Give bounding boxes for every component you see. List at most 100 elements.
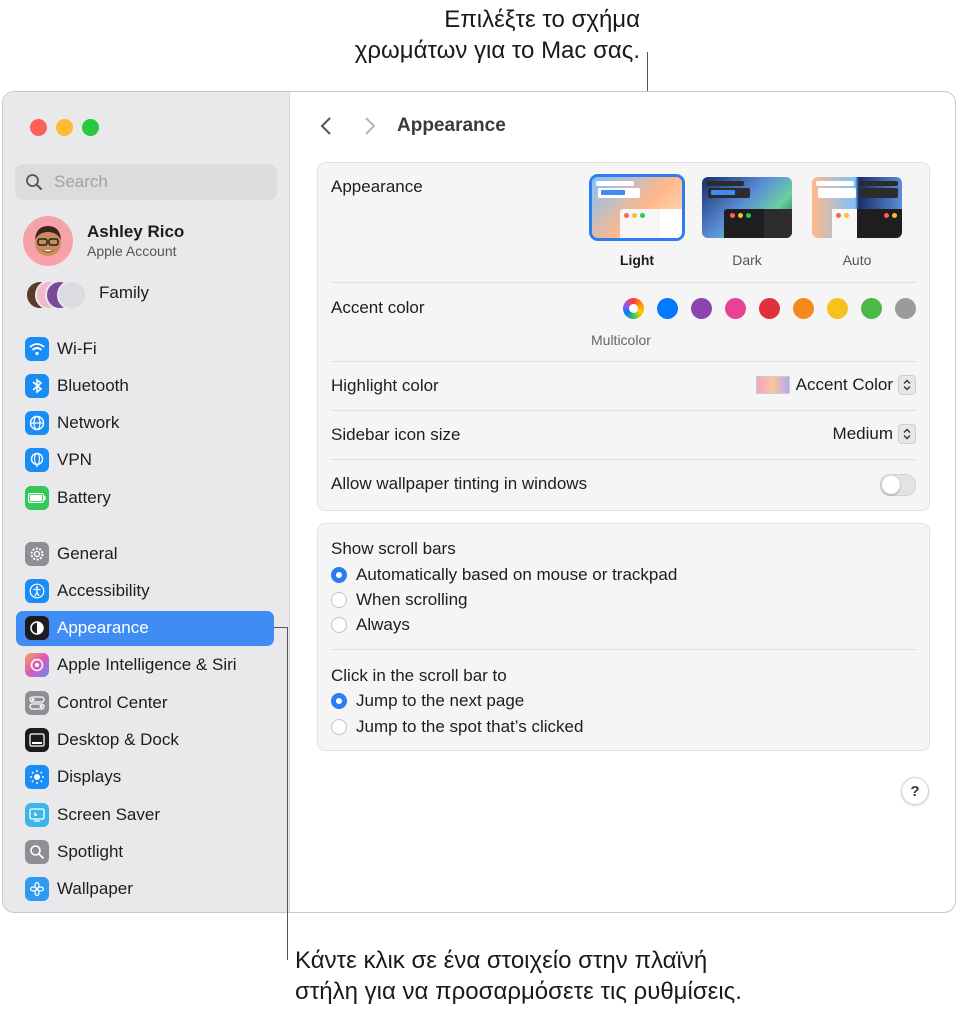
accent-green[interactable] (861, 298, 882, 319)
sidebar-item-label: Control Center (57, 692, 168, 712)
show-scroll-bars-title: Show scroll bars (331, 539, 456, 558)
accent-purple[interactable] (691, 298, 712, 319)
sidebar-item-label: Battery (57, 487, 111, 507)
radio-button[interactable] (331, 592, 347, 608)
battery-icon (25, 485, 49, 510)
gear-icon (25, 541, 49, 566)
popup-stepper-icon (898, 424, 916, 444)
minimize-button[interactable] (56, 119, 73, 136)
back-button[interactable] (311, 111, 341, 141)
sidebar-item-accessibility[interactable]: Accessibility (16, 573, 274, 608)
sidebar-item-desktop-dock[interactable]: Desktop & Dock (16, 722, 274, 757)
click-scroll-bar-title: Click in the scroll bar to (331, 666, 507, 685)
radio-button[interactable] (331, 617, 347, 633)
divider (331, 649, 916, 650)
sidebar-item-vpn[interactable]: VPN (16, 443, 274, 478)
appearance-option-light[interactable]: Light (589, 177, 685, 268)
highlight-color-label: Highlight color (331, 376, 439, 395)
accent-color-label: Accent color (331, 298, 425, 317)
sidebar-item-displays[interactable]: Displays (16, 760, 274, 795)
accent-red[interactable] (759, 298, 780, 319)
family-label: Family (99, 283, 150, 302)
highlight-swatch (755, 376, 790, 394)
scroll-bars-option-auto[interactable]: Automatically based on mouse or trackpad (331, 565, 677, 585)
toolbar: Appearance (290, 108, 955, 144)
account-subtitle: Apple Account (87, 242, 177, 259)
sidebar-item-apple-intelligence[interactable]: Apple Intelligence & Siri (16, 648, 274, 683)
accent-multicolor[interactable] (623, 298, 644, 319)
sidebar-item-battery[interactable]: Battery (16, 480, 274, 515)
radio-button[interactable] (331, 567, 347, 583)
dock-icon (25, 727, 49, 752)
radio-label: When scrolling (356, 590, 468, 609)
radio-label: Always (356, 615, 410, 634)
click-scroll-option-spot[interactable]: Jump to the spot that’s clicked (331, 717, 583, 737)
wallpaper-tinting-label: Allow wallpaper tinting in windows (331, 474, 588, 493)
wallpaper-tinting-toggle[interactable] (880, 474, 916, 496)
main-pane: Appearance Appearance Light Dark Auto Ac… (290, 92, 955, 912)
accent-graphite[interactable] (895, 298, 916, 319)
search-input[interactable] (52, 171, 256, 193)
sidebar-item-label: General (57, 543, 118, 563)
sidebar-item-screen-saver[interactable]: Screen Saver (16, 797, 274, 832)
sidebar-item-control-center[interactable]: Control Center (16, 685, 274, 720)
zoom-button[interactable] (82, 119, 99, 136)
sidebar-item-label: Bluetooth (57, 375, 129, 395)
sidebar-group-system: General Accessibility Appearance Apple I… (16, 536, 274, 909)
accent-selected-name: Multicolor (591, 332, 651, 348)
search-field[interactable] (15, 164, 277, 200)
accent-pink[interactable] (725, 298, 746, 319)
forward-button[interactable] (355, 111, 385, 141)
globe-icon (25, 411, 49, 436)
spotlight-icon (25, 839, 49, 864)
bluetooth-icon (25, 373, 49, 398)
accent-orange[interactable] (793, 298, 814, 319)
accent-blue[interactable] (657, 298, 678, 319)
click-scroll-option-next-page[interactable]: Jump to the next page (331, 691, 524, 711)
scroll-bars-option-always[interactable]: Always (331, 615, 410, 635)
sidebar-item-spotlight[interactable]: Spotlight (16, 834, 274, 869)
family-item[interactable]: Family (25, 280, 150, 310)
appearance-option-dark[interactable]: Dark (699, 177, 795, 268)
callout-bottom-leader-v (287, 627, 288, 960)
settings-window: Ashley Rico Apple Account Family Wi-Fi (2, 91, 956, 913)
highlight-color-row: Highlight color Accent Color (331, 361, 916, 411)
wifi-icon (25, 336, 49, 361)
sidebar-item-label: Wi-Fi (57, 338, 97, 358)
radio-label: Jump to the spot that’s clicked (356, 717, 584, 736)
radio-button[interactable] (331, 719, 347, 735)
sidebar-item-general[interactable]: General (16, 536, 274, 571)
sidebar-item-network[interactable]: Network (16, 406, 274, 441)
radio-button[interactable] (331, 693, 347, 709)
sidebar-icon-size-popup[interactable]: Medium (833, 424, 916, 444)
sidebar-item-label: Screen Saver (57, 804, 160, 824)
help-button[interactable]: ? (901, 777, 929, 805)
appearance-settings-group: Appearance Light Dark Auto Accent color … (317, 162, 930, 511)
sidebar-item-wifi[interactable]: Wi-Fi (16, 331, 274, 366)
vpn-globe-icon (25, 448, 49, 473)
scroll-bar-settings-group: Show scroll bars Automatically based on … (317, 523, 930, 751)
sidebar-item-label: Accessibility (57, 580, 150, 600)
account-name: Ashley Rico (87, 221, 185, 241)
apple-account[interactable]: Ashley Rico Apple Account (23, 216, 184, 266)
appearance-option-auto[interactable]: Auto (809, 177, 905, 268)
appearance-row: Appearance Light Dark Auto (331, 163, 916, 283)
radio-label: Jump to the next page (356, 691, 525, 710)
callout-top-line2: χρωμάτων για το Mac σας. (354, 37, 640, 64)
sidebar-item-label: Desktop & Dock (57, 729, 179, 749)
family-avatars (25, 280, 87, 310)
search-icon (26, 174, 42, 190)
close-button[interactable] (30, 119, 47, 136)
wallpaper-tinting-row: Allow wallpaper tinting in windows (331, 459, 916, 509)
scroll-bars-option-scrolling[interactable]: When scrolling (331, 590, 468, 610)
accent-yellow[interactable] (827, 298, 848, 319)
highlight-color-popup[interactable]: Accent Color (755, 375, 916, 395)
sidebar-item-label: Displays (57, 767, 122, 787)
sidebar-item-label: Apple Intelligence & Siri (57, 655, 237, 675)
sidebar-item-bluetooth[interactable]: Bluetooth (16, 368, 274, 403)
light-thumbnail (592, 177, 682, 238)
sidebar-item-label: Spotlight (57, 841, 124, 861)
sidebar-item-wallpaper[interactable]: Wallpaper (16, 872, 274, 907)
sidebar-item-appearance[interactable]: Appearance (16, 610, 274, 646)
sidebar-item-label: VPN (57, 450, 92, 470)
